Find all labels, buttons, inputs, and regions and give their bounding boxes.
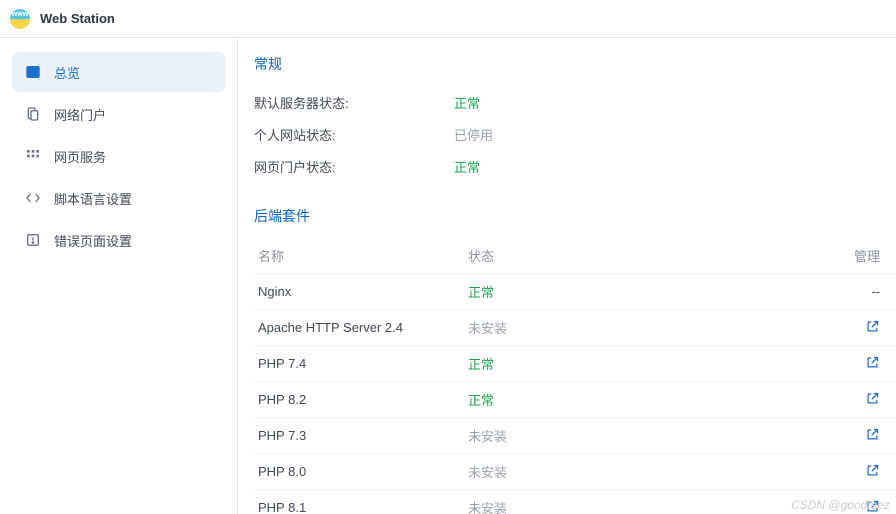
- nav-label: 脚本语言设置: [54, 189, 132, 208]
- cell-status: 未安装: [464, 454, 682, 490]
- nav-icon: [22, 232, 44, 248]
- general-label: 个人网站状态:: [254, 125, 454, 144]
- manage-none: --: [871, 284, 880, 299]
- cell-name: PHP 7.3: [254, 418, 464, 454]
- table-row: PHP 7.4正常: [254, 346, 896, 382]
- col-manage: 管理: [682, 238, 896, 274]
- cell-status: 未安装: [464, 490, 682, 514]
- general-row: 个人网站状态:已停用: [254, 118, 896, 150]
- backend-title: 后端套件: [254, 206, 896, 226]
- general-value: 已停用: [454, 125, 493, 144]
- manage-link-icon[interactable]: [865, 463, 880, 478]
- general-title: 常规: [254, 54, 896, 74]
- general-row: 默认服务器状态:正常: [254, 86, 896, 118]
- cell-name: PHP 8.1: [254, 490, 464, 514]
- cell-name: PHP 7.4: [254, 346, 464, 382]
- manage-link-icon[interactable]: [865, 319, 880, 334]
- cell-manage: --: [682, 274, 896, 310]
- general-row: 网页门户状态:正常: [254, 150, 896, 182]
- table-row: PHP 8.2正常: [254, 382, 896, 418]
- nav-icon: [22, 148, 44, 164]
- sidebar-item-web-service[interactable]: 网页服务: [12, 136, 225, 176]
- cell-manage: [682, 346, 896, 382]
- cell-status: 正常: [464, 346, 682, 382]
- manage-link-icon[interactable]: [865, 391, 880, 406]
- sidebar-item-error-page[interactable]: 错误页面设置: [12, 220, 225, 260]
- content: 常规 默认服务器状态:正常个人网站状态:已停用网页门户状态:正常 后端套件 名称…: [238, 38, 896, 514]
- sidebar-item-overview[interactable]: 总览: [12, 52, 225, 92]
- nav-label: 网络门户: [54, 105, 106, 124]
- general-section: 常规 默认服务器状态:正常个人网站状态:已停用网页门户状态:正常: [254, 54, 896, 182]
- watermark: CSDN @goodteez: [791, 498, 890, 512]
- col-status: 状态: [464, 238, 682, 274]
- cell-name: Apache HTTP Server 2.4: [254, 310, 464, 346]
- cell-status: 未安装: [464, 418, 682, 454]
- general-value: 正常: [454, 157, 480, 176]
- cell-status: 正常: [464, 382, 682, 418]
- cell-name: Nginx: [254, 274, 464, 310]
- manage-link-icon[interactable]: [865, 427, 880, 442]
- col-name: 名称: [254, 238, 464, 274]
- app-logo-icon: [10, 9, 30, 29]
- body: 总览网络门户网页服务脚本语言设置错误页面设置 常规 默认服务器状态:正常个人网站…: [0, 38, 896, 514]
- app-title: Web Station: [40, 11, 115, 26]
- title-bar: Web Station: [0, 0, 896, 38]
- sidebar-item-web-portal[interactable]: 网络门户: [12, 94, 225, 134]
- nav-label: 总览: [54, 63, 80, 82]
- table-row: PHP 8.0未安装: [254, 454, 896, 490]
- nav-label: 错误页面设置: [54, 231, 132, 250]
- cell-name: PHP 8.0: [254, 454, 464, 490]
- cell-status: 正常: [464, 274, 682, 310]
- cell-manage: [682, 382, 896, 418]
- cell-manage: [682, 418, 896, 454]
- cell-status: 未安装: [464, 310, 682, 346]
- cell-name: PHP 8.2: [254, 382, 464, 418]
- table-row: PHP 7.3未安装: [254, 418, 896, 454]
- nav-icon: [22, 64, 44, 80]
- table-row: Nginx正常 --: [254, 274, 896, 310]
- backend-section: 后端套件 名称 状态 管理 Nginx正常--Apache HTTP Serve…: [254, 206, 896, 514]
- cell-manage: [682, 454, 896, 490]
- sidebar-item-script-lang[interactable]: 脚本语言设置: [12, 178, 225, 218]
- manage-link-icon[interactable]: [865, 355, 880, 370]
- general-value: 正常: [454, 93, 480, 112]
- sidebar: 总览网络门户网页服务脚本语言设置错误页面设置: [0, 38, 238, 514]
- nav-icon: [22, 190, 44, 206]
- general-label: 默认服务器状态:: [254, 93, 454, 112]
- table-row: Apache HTTP Server 2.4未安装: [254, 310, 896, 346]
- cell-manage: [682, 310, 896, 346]
- backend-table: 名称 状态 管理 Nginx正常--Apache HTTP Server 2.4…: [254, 238, 896, 514]
- nav-icon: [22, 106, 44, 122]
- general-label: 网页门户状态:: [254, 157, 454, 176]
- nav-label: 网页服务: [54, 147, 106, 166]
